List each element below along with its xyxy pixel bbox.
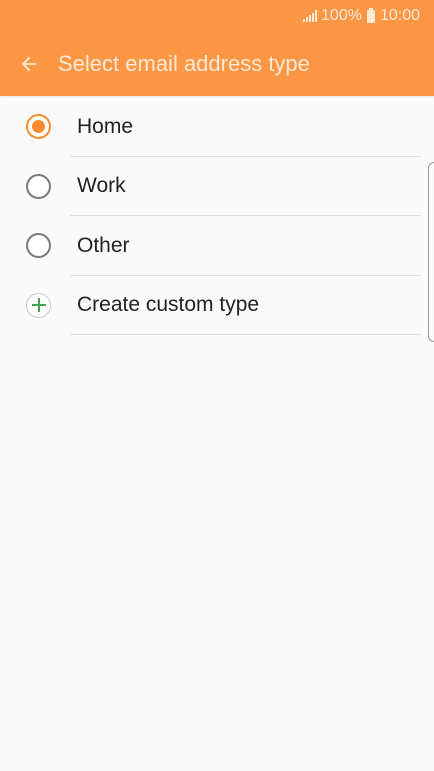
option-label: Create custom type <box>77 293 260 317</box>
battery-icon <box>366 7 375 23</box>
battery-percent: 100% <box>321 7 362 24</box>
radio-checked-icon[interactable] <box>26 114 51 140</box>
clock: 10:00 <box>379 7 420 24</box>
option-other[interactable]: Other <box>0 216 434 276</box>
email-type-list: Home Work Other Create custom type <box>0 97 434 335</box>
status-bar: 100% 10:00 <box>0 0 434 32</box>
option-label: Home <box>77 114 134 138</box>
option-label: Other <box>77 233 130 257</box>
radio-unchecked-icon[interactable] <box>26 233 51 259</box>
app-bar: Select email address type <box>0 32 434 96</box>
edge-panel-handle[interactable] <box>428 162 434 342</box>
plus-circle-icon <box>26 292 51 318</box>
page-title: Select email address type <box>58 51 310 76</box>
back-button[interactable] <box>0 32 58 96</box>
option-work[interactable]: Work <box>0 157 434 216</box>
option-home[interactable]: Home <box>0 97 434 157</box>
radio-unchecked-icon[interactable] <box>26 173 51 199</box>
signal-icon <box>303 10 318 22</box>
divider <box>70 334 421 335</box>
option-label: Work <box>77 174 126 198</box>
arrow-left-icon <box>21 56 37 72</box>
option-create-custom-type[interactable]: Create custom type <box>0 276 434 335</box>
